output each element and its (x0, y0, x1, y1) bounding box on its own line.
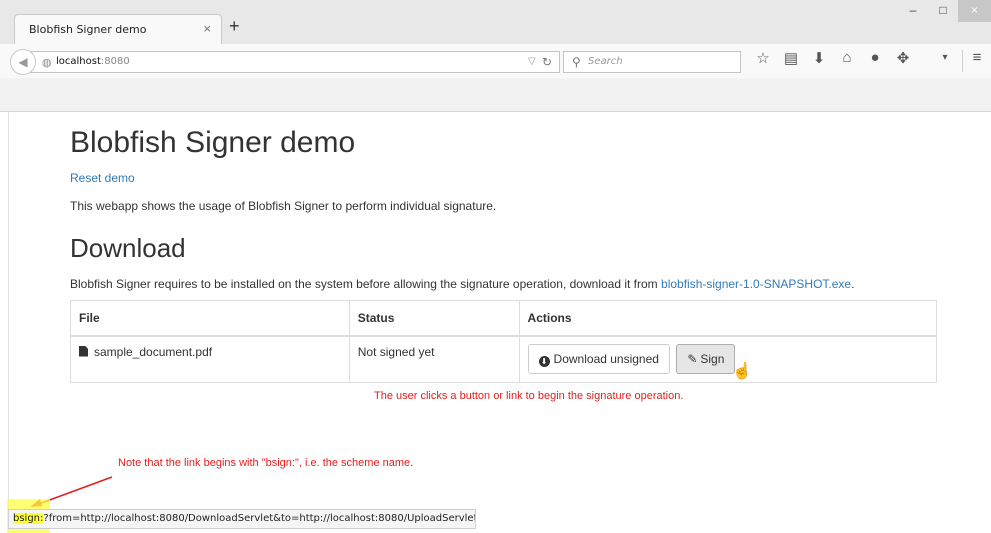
status-url: ?from=http://localhost:8080/DownloadServ… (43, 513, 476, 524)
annotation-arrow-icon (30, 476, 113, 507)
status-scheme: bsign: (13, 513, 44, 524)
status-bar: bsign:?from=http://localhost:8080/Downlo… (8, 509, 476, 529)
